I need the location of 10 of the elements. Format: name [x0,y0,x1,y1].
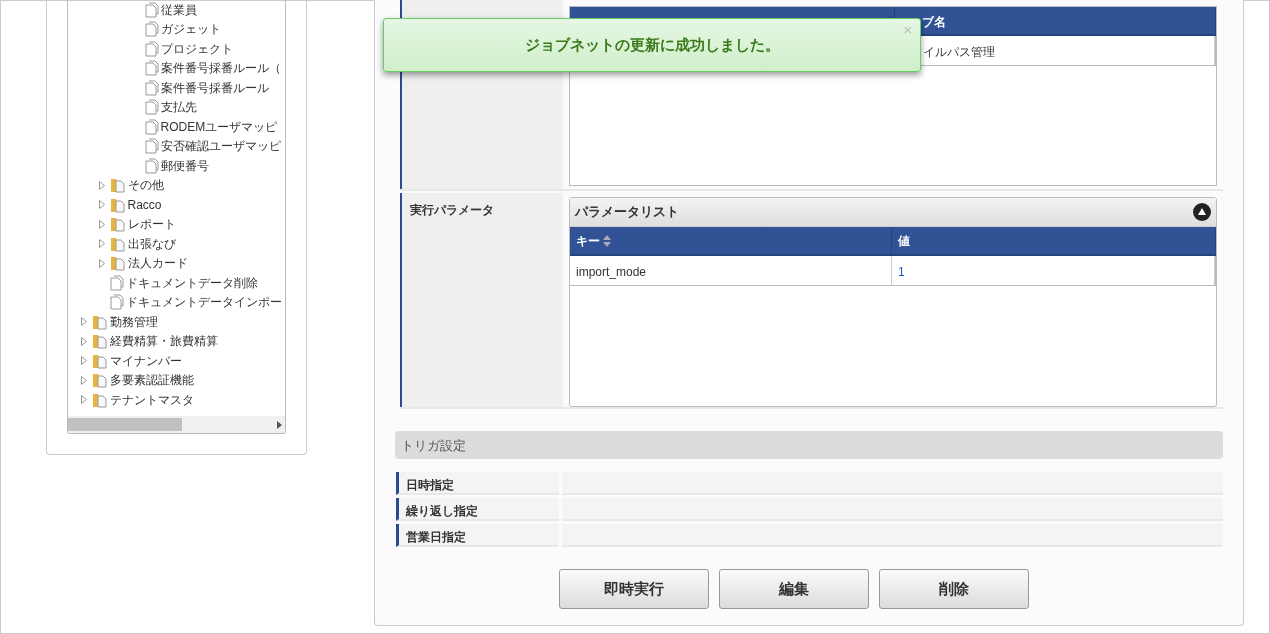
table-cell: import_mode [570,256,892,285]
field-label: 実行パラメータ [400,193,563,407]
toast-message: ジョブネットの更新に成功しました。 [524,34,780,55]
panel-title: パラメータリスト [575,203,679,222]
field-label: 日時指定 [396,472,559,495]
table-header: 値 [892,227,1216,254]
section-header: トリガ設定 [395,431,1223,459]
table-cell: 1 [892,256,1215,285]
field-label: 営業日指定 [396,524,559,547]
field-label: 繰り返し指定 [396,498,559,521]
